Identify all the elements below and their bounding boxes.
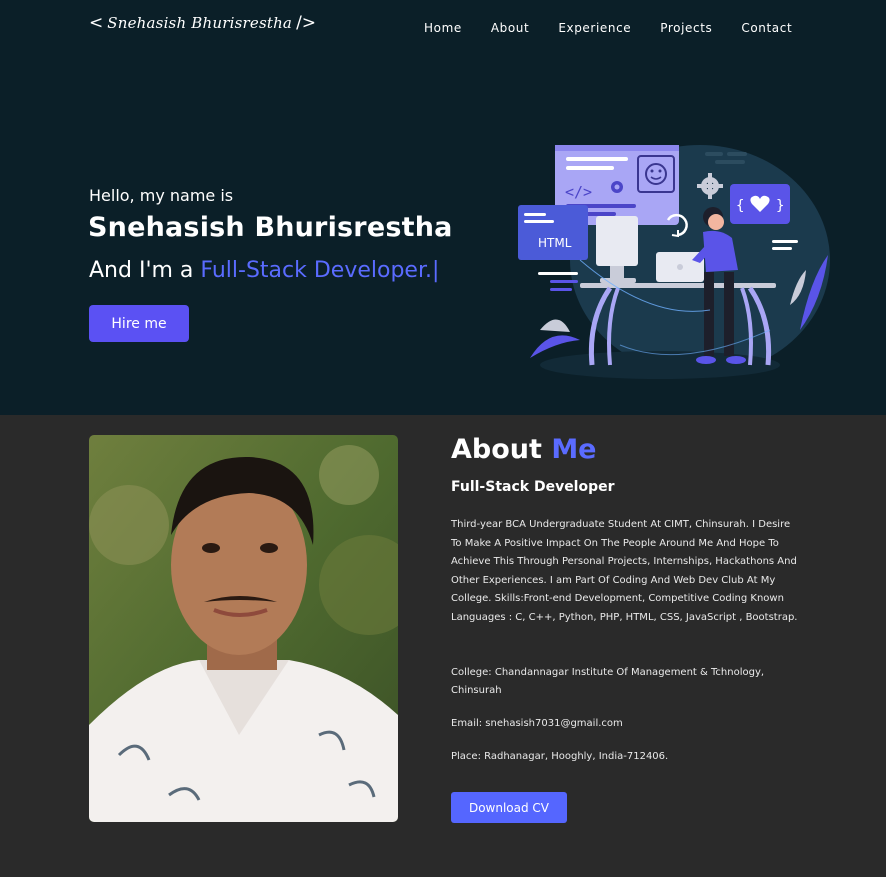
download-cv-button[interactable]: Download CV bbox=[451, 792, 567, 823]
profile-photo-image bbox=[89, 435, 398, 822]
about-title: About Me bbox=[451, 434, 597, 465]
about-email: Email: snehasish7031@gmail.com bbox=[451, 718, 623, 729]
hero-greeting: Hello, my name is bbox=[89, 186, 234, 205]
about-subtitle: Full-Stack Developer bbox=[451, 479, 615, 495]
hero-section: < Snehasish Bhurisrestha /> Home About E… bbox=[0, 0, 886, 415]
role-prefix: And I'm a bbox=[89, 258, 201, 283]
about-title-main: About bbox=[451, 434, 552, 465]
role-accent: Full-Stack Developer. bbox=[200, 258, 432, 283]
hire-me-button[interactable]: Hire me bbox=[89, 305, 189, 342]
illustration-shadow bbox=[540, 351, 780, 379]
hero-role: And I'm a Full-Stack Developer.| bbox=[89, 258, 439, 283]
logo-suffix: /> bbox=[296, 13, 317, 33]
svg-text:</>: </> bbox=[565, 183, 592, 201]
plant-leaf-gray bbox=[540, 319, 570, 332]
nav-projects[interactable]: Projects bbox=[660, 21, 712, 35]
navbar: < Snehasish Bhurisrestha /> Home About E… bbox=[0, 0, 886, 56]
about-bio: Third-year BCA Undergraduate Student At … bbox=[451, 519, 798, 623]
developer-illustration: </> { } HTML bbox=[518, 145, 830, 379]
nav-links: Home About Experience Projects Contact bbox=[424, 21, 821, 35]
hero-name: Snehasish Bhurisrestha bbox=[88, 212, 453, 243]
nav-about[interactable]: About bbox=[491, 21, 529, 35]
html-window-icon: HTML bbox=[518, 205, 588, 260]
about-place: Place: Radhanagar, Hooghly, India-712406… bbox=[451, 751, 669, 762]
nav-contact[interactable]: Contact bbox=[741, 21, 792, 35]
svg-text:{: { bbox=[736, 198, 744, 214]
nav-home[interactable]: Home bbox=[424, 21, 462, 35]
logo-signature: Snehasish Bhurisrestha bbox=[107, 14, 293, 32]
about-title-accent: Me bbox=[551, 434, 597, 465]
profile-photo bbox=[89, 435, 398, 822]
typing-caret: | bbox=[431, 258, 440, 283]
logo-prefix: < bbox=[89, 13, 104, 33]
logo[interactable]: < Snehasish Bhurisrestha /> bbox=[89, 13, 316, 33]
svg-text:}: } bbox=[776, 198, 784, 214]
plant-leaf-left bbox=[530, 335, 580, 358]
about-college: College: Chandannagar Institute Of Manag… bbox=[451, 667, 765, 696]
heart-code-icon: { } bbox=[730, 184, 790, 224]
html-label: HTML bbox=[538, 236, 572, 250]
nav-experience[interactable]: Experience bbox=[558, 21, 631, 35]
